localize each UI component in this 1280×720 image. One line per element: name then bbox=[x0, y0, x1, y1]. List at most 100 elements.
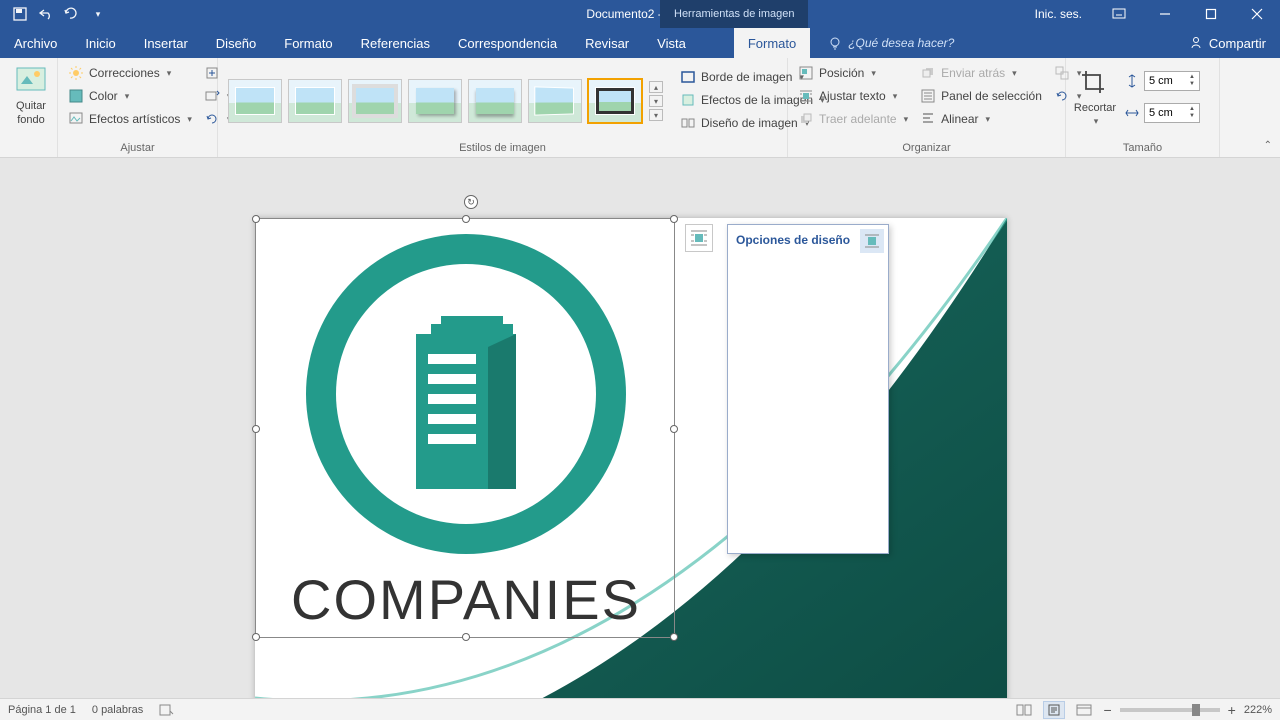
tab-view[interactable]: Vista bbox=[643, 28, 700, 58]
save-icon[interactable] bbox=[12, 6, 28, 22]
resize-handle-nw[interactable] bbox=[252, 215, 260, 223]
tab-layout[interactable]: Formato bbox=[270, 28, 346, 58]
layout-popup-title: Opciones de diseño bbox=[736, 233, 850, 247]
tab-format[interactable]: Formato bbox=[734, 28, 810, 58]
width-icon bbox=[1124, 105, 1140, 121]
picture-layout-icon bbox=[680, 115, 696, 131]
gallery-scroll[interactable]: ▴▾▾ bbox=[648, 81, 664, 121]
undo-icon[interactable] bbox=[38, 6, 54, 22]
style-thumb-7[interactable] bbox=[588, 79, 642, 123]
border-icon bbox=[680, 69, 696, 85]
height-input[interactable]: 5 cm▲▼ bbox=[1144, 71, 1200, 91]
tab-file[interactable]: Archivo bbox=[0, 28, 71, 58]
brightness-icon bbox=[68, 65, 84, 81]
tab-insert[interactable]: Insertar bbox=[130, 28, 202, 58]
zoom-slider[interactable] bbox=[1120, 708, 1220, 712]
artistic-effects-button[interactable]: Efectos artísticos▾ bbox=[64, 108, 196, 130]
share-button[interactable]: Compartir bbox=[1175, 28, 1280, 58]
tell-me-placeholder: ¿Qué desea hacer? bbox=[848, 36, 954, 50]
proofing-icon[interactable] bbox=[159, 703, 175, 717]
layout-options-button[interactable] bbox=[685, 224, 713, 252]
read-mode-button[interactable] bbox=[1013, 701, 1035, 719]
resize-handle-ne[interactable] bbox=[670, 215, 678, 223]
style-thumb-2[interactable] bbox=[288, 79, 342, 123]
bring-forward-button[interactable]: Traer adelante▾ bbox=[794, 108, 912, 130]
group-size: Tamaño bbox=[1072, 140, 1213, 157]
ribbon: Quitar fondo Correcciones▾ Color▾ Efecto… bbox=[0, 58, 1280, 158]
layout-options-popup: Opciones de diseño bbox=[727, 224, 889, 554]
color-icon bbox=[68, 88, 84, 104]
qat-customize-icon[interactable]: ▾ bbox=[90, 6, 106, 22]
share-label: Compartir bbox=[1209, 36, 1266, 51]
tab-references[interactable]: Referencias bbox=[347, 28, 444, 58]
share-icon bbox=[1189, 36, 1203, 50]
resize-handle-se[interactable] bbox=[670, 633, 678, 641]
redo-icon[interactable] bbox=[64, 6, 80, 22]
wrap-icon bbox=[798, 88, 814, 104]
style-thumb-6[interactable] bbox=[528, 79, 582, 123]
crop-button[interactable]: Recortar ▾ bbox=[1072, 64, 1118, 127]
style-thumb-4[interactable] bbox=[408, 79, 462, 123]
crop-icon bbox=[1079, 68, 1111, 100]
send-backward-button[interactable]: Enviar atrás▾ bbox=[916, 62, 1046, 84]
minimize-button[interactable] bbox=[1142, 0, 1188, 28]
status-bar: Página 1 de 1 0 palabras − + 222% bbox=[0, 698, 1280, 720]
rotate-handle[interactable]: ↻ bbox=[464, 195, 478, 209]
color-button[interactable]: Color▾ bbox=[64, 85, 196, 107]
tab-mailings[interactable]: Correspondencia bbox=[444, 28, 571, 58]
wrap-text-button[interactable]: Ajustar texto▾ bbox=[794, 85, 912, 107]
group-arrange: Organizar bbox=[794, 140, 1059, 157]
word-count[interactable]: 0 palabras bbox=[92, 704, 143, 716]
style-thumb-1[interactable] bbox=[228, 79, 282, 123]
contextual-tab-title: Herramientas de imagen bbox=[660, 0, 808, 28]
title-bar: ▾ Documento2 - Word Herramientas de imag… bbox=[0, 0, 1280, 28]
tell-me-search[interactable]: ¿Qué desea hacer? bbox=[810, 28, 1175, 58]
resize-handle-s[interactable] bbox=[462, 633, 470, 641]
remove-background-button[interactable]: Quitar fondo bbox=[6, 62, 56, 126]
picture-styles-gallery[interactable]: ▴▾▾ bbox=[224, 62, 668, 134]
align-button[interactable]: Alinear▾ bbox=[916, 108, 1046, 130]
page-indicator[interactable]: Página 1 de 1 bbox=[8, 704, 76, 716]
remove-bg-line2: fondo bbox=[17, 114, 45, 126]
selection-pane-button[interactable]: Panel de selección bbox=[916, 85, 1046, 107]
zoom-in-button[interactable]: + bbox=[1228, 702, 1236, 718]
zoom-level[interactable]: 222% bbox=[1244, 704, 1272, 716]
height-icon bbox=[1124, 73, 1140, 89]
corrections-button[interactable]: Correcciones▾ bbox=[64, 62, 196, 84]
tab-design[interactable]: Diseño bbox=[202, 28, 270, 58]
position-button[interactable]: Posición▾ bbox=[794, 62, 912, 84]
artistic-icon bbox=[68, 111, 84, 127]
resize-handle-e[interactable] bbox=[670, 425, 678, 433]
selection-pane-icon bbox=[920, 88, 936, 104]
print-layout-button[interactable] bbox=[1043, 701, 1065, 719]
zoom-out-button[interactable]: − bbox=[1103, 702, 1111, 718]
style-thumb-5[interactable] bbox=[468, 79, 522, 123]
resize-handle-w[interactable] bbox=[252, 425, 260, 433]
web-layout-button[interactable] bbox=[1073, 701, 1095, 719]
tab-review[interactable]: Revisar bbox=[571, 28, 643, 58]
remove-bg-line1: Quitar bbox=[16, 100, 46, 112]
group-picture-styles: Estilos de imagen bbox=[224, 140, 781, 157]
resize-handle-sw[interactable] bbox=[252, 633, 260, 641]
width-input[interactable]: 5 cm▲▼ bbox=[1144, 103, 1200, 123]
layout-inline-icon[interactable] bbox=[860, 229, 884, 253]
close-button[interactable] bbox=[1234, 0, 1280, 28]
tab-home[interactable]: Inicio bbox=[71, 28, 129, 58]
remove-background-icon bbox=[15, 66, 47, 98]
collapse-ribbon-icon[interactable]: ⌃ bbox=[1264, 140, 1272, 151]
quick-access-toolbar: ▾ bbox=[0, 6, 106, 22]
company-logo-image: COMPANIES bbox=[256, 219, 676, 639]
sign-in-button[interactable]: Inic. ses. bbox=[1021, 0, 1096, 28]
layout-options-icon bbox=[689, 228, 709, 248]
zoom-thumb[interactable] bbox=[1192, 704, 1200, 716]
style-thumb-3[interactable] bbox=[348, 79, 402, 123]
position-icon bbox=[798, 65, 814, 81]
selected-image[interactable]: COMPANIES ↻ bbox=[255, 218, 675, 638]
ribbon-display-options-icon[interactable] bbox=[1096, 0, 1142, 28]
page: COMPANIES ↻ Opciones de diseño bbox=[255, 218, 1007, 698]
resize-handle-n[interactable] bbox=[462, 215, 470, 223]
group-adjust: Ajustar bbox=[64, 140, 211, 157]
maximize-button[interactable] bbox=[1188, 0, 1234, 28]
logo-text: COMPANIES bbox=[291, 568, 641, 631]
document-canvas[interactable]: COMPANIES ↻ Opciones de diseño bbox=[0, 158, 1280, 698]
